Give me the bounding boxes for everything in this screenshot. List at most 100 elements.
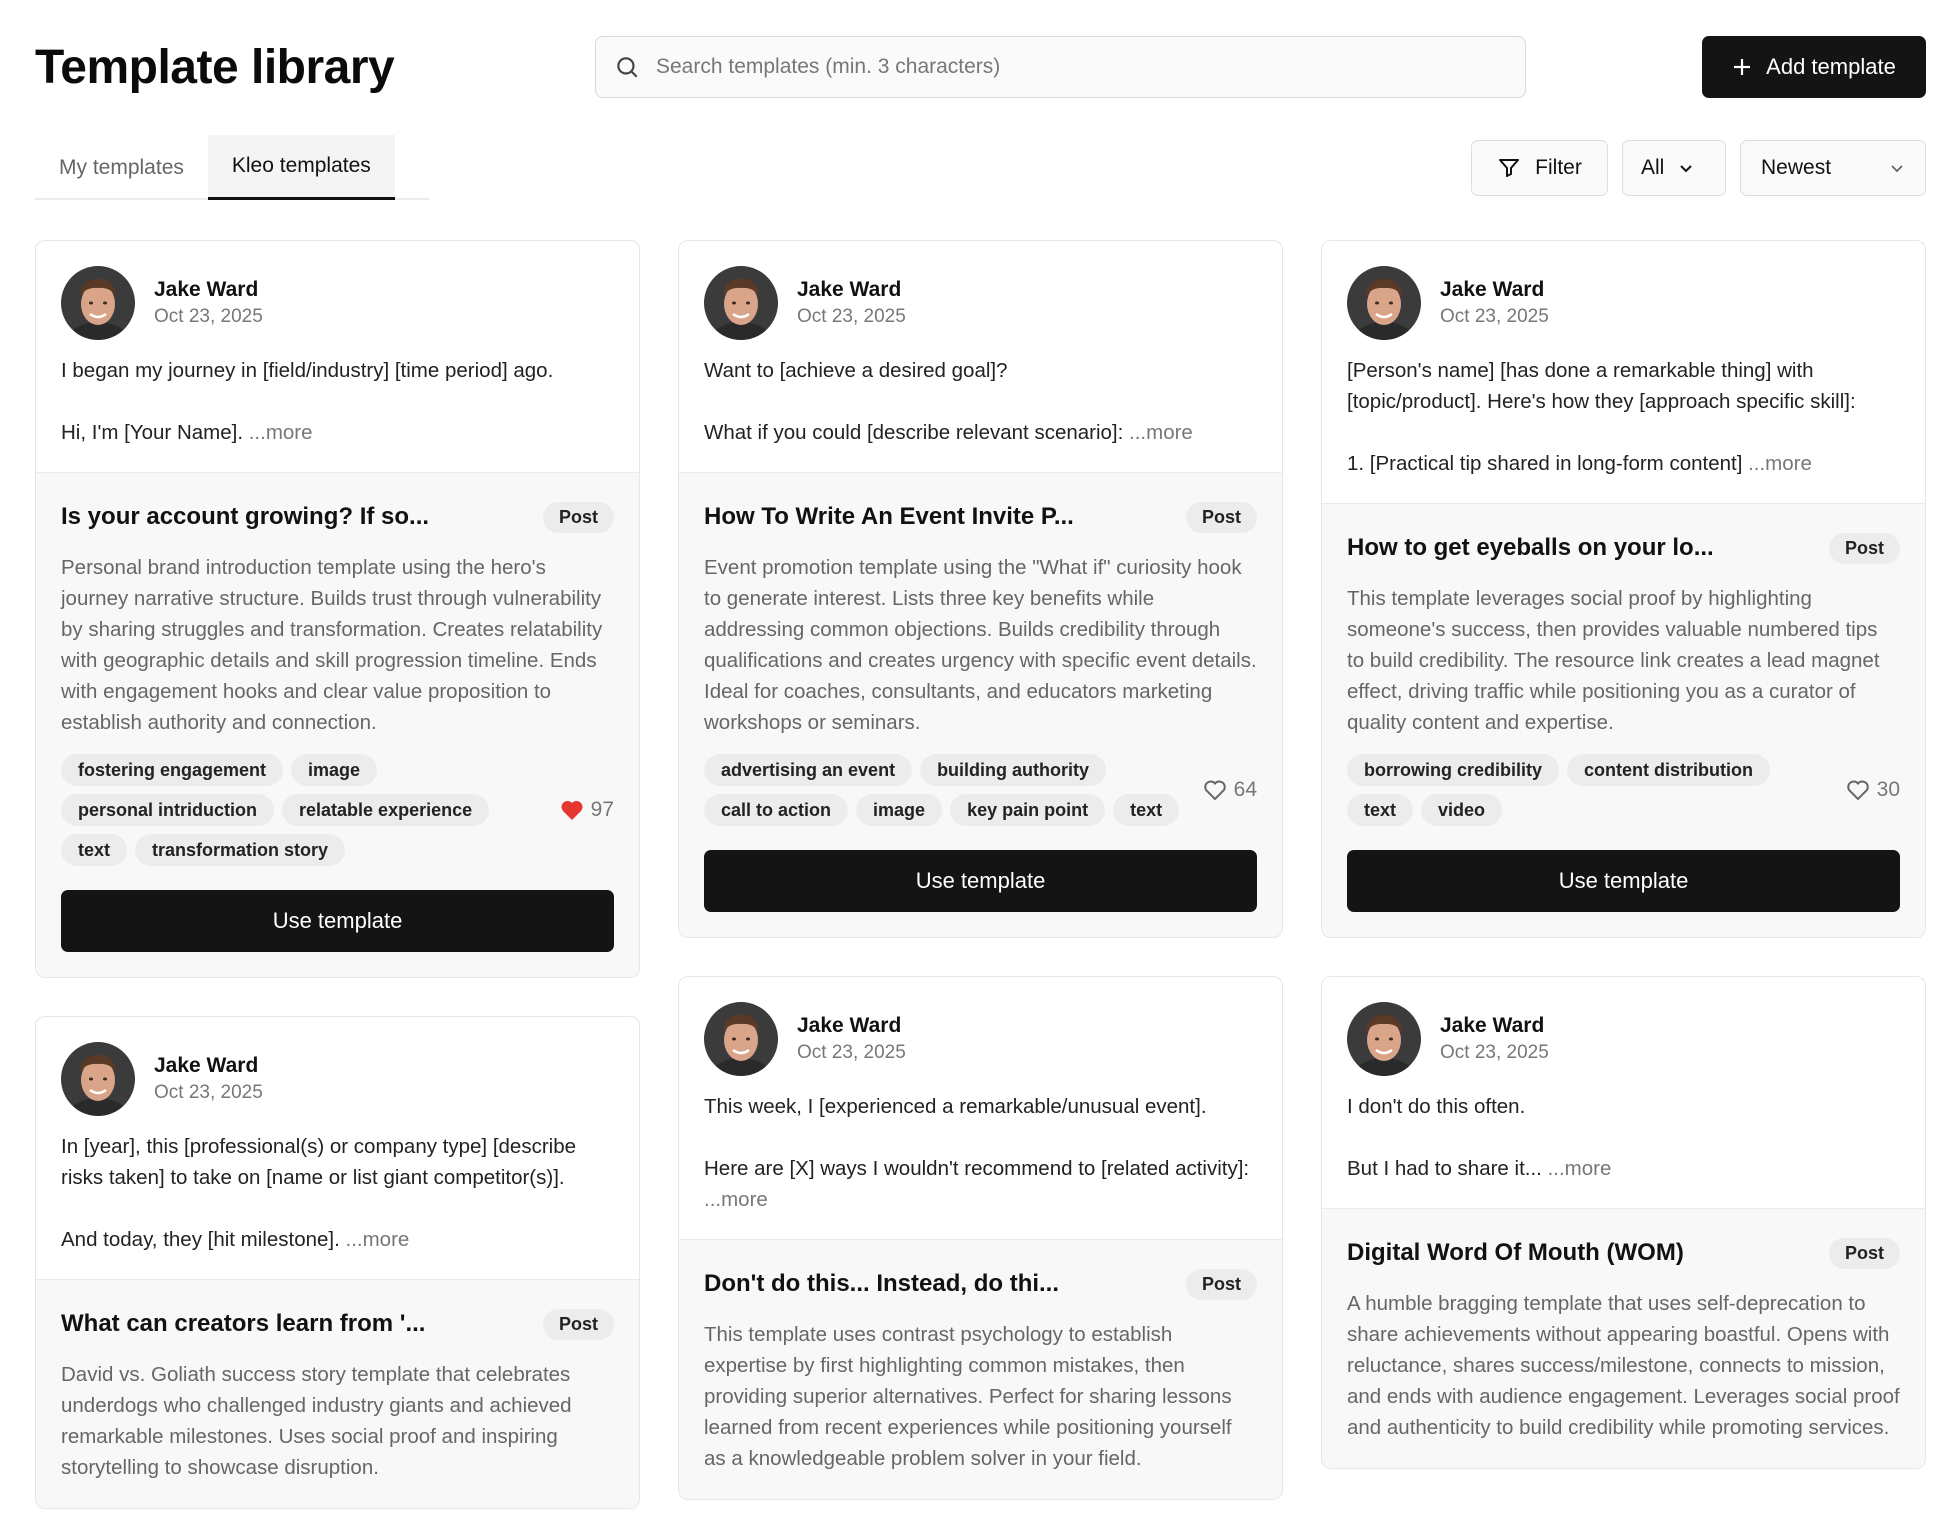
tab-kleo-templates[interactable]: Kleo templates: [207, 135, 395, 200]
card-column-2: Jake Ward Oct 23, 2025 Want to [achieve a …: [678, 240, 1283, 1534]
author-name: Jake Ward: [1440, 1014, 1545, 1037]
type-badge: Post: [542, 1308, 614, 1340]
author-name: Jake Ward: [1440, 278, 1545, 301]
tag-list: borrowing credibility content distributio…: [1347, 754, 1836, 826]
author-name: Jake Ward: [797, 278, 902, 301]
card-post-preview[interactable]: Jake Ward Oct 23, 2025 I began my journey …: [36, 241, 639, 472]
more-link[interactable]: ...more: [704, 1188, 768, 1211]
use-template-button[interactable]: Use template: [704, 850, 1257, 912]
preview-line: I don't do this often.: [1347, 1095, 1526, 1118]
filter-button[interactable]: Filter: [1471, 140, 1608, 196]
use-template-button[interactable]: Use template: [1347, 850, 1900, 912]
tag-chip[interactable]: transformation story: [135, 834, 346, 866]
more-link[interactable]: ...more: [1748, 452, 1812, 475]
avatar: [61, 266, 135, 340]
template-info: Digital Word Of Mouth (WOM) Post A humble …: [1322, 1208, 1925, 1468]
like-count: 30: [1876, 778, 1900, 801]
template-card: Jake Ward Oct 23, 2025 [Person's name] [ha…: [1321, 240, 1926, 938]
tag-chip[interactable]: text: [1113, 794, 1180, 826]
sort-select[interactable]: Newest: [1740, 140, 1926, 196]
type-select-value: All: [1641, 156, 1665, 179]
type-select[interactable]: All: [1622, 140, 1726, 196]
search-input[interactable]: [656, 55, 1456, 79]
template-title: How To Write An Event Invite P...: [704, 503, 1074, 530]
author-row: Jake Ward Oct 23, 2025: [1347, 265, 1900, 341]
template-title: Digital Word Of Mouth (WOM): [1347, 1239, 1684, 1266]
tag-chip[interactable]: advertising an event: [704, 754, 913, 786]
like-count: 97: [590, 798, 614, 821]
tag-chip[interactable]: image: [856, 794, 943, 826]
tag-chip[interactable]: personal intriduction: [61, 794, 275, 826]
author-row: Jake Ward Oct 23, 2025: [1347, 1001, 1900, 1077]
card-post-preview[interactable]: Jake Ward Oct 23, 2025 Want to [achieve a …: [679, 241, 1282, 472]
heart-icon: [1203, 779, 1227, 801]
more-link[interactable]: ...more: [346, 1228, 410, 1251]
template-card: Jake Ward Oct 23, 2025 In [year], this [pr…: [35, 1016, 640, 1509]
template-info: How to get eyeballs on your lo... Post Thi…: [1322, 503, 1925, 937]
post-date: Oct 23, 2025: [1440, 1042, 1549, 1063]
page-header: Template library Add template: [35, 36, 1926, 98]
more-link[interactable]: ...more: [249, 421, 313, 444]
template-info: How To Write An Event Invite P... Post Eve…: [679, 472, 1282, 937]
post-date: Oct 23, 2025: [797, 1042, 906, 1063]
card-post-preview[interactable]: Jake Ward Oct 23, 2025 I don't do this oft…: [1322, 977, 1925, 1208]
add-template-button[interactable]: Add template: [1702, 36, 1926, 98]
template-title: Don't do this... Instead, do thi...: [704, 1270, 1060, 1297]
template-description: This template uses contrast psychology t…: [704, 1323, 1232, 1470]
heart-icon: [560, 799, 584, 821]
preview-line: What if you could [describe relevant sce…: [704, 421, 1193, 444]
like-button[interactable]: 30: [1846, 778, 1900, 802]
card-post-preview[interactable]: Jake Ward Oct 23, 2025 In [year], this [pr…: [36, 1017, 639, 1279]
type-badge: Post: [1828, 532, 1900, 564]
card-post-preview[interactable]: Jake Ward Oct 23, 2025 This week, I [exper…: [679, 977, 1282, 1239]
tag-chip[interactable]: video: [1421, 794, 1503, 826]
template-info: What can creators learn from '... Post Dav…: [36, 1279, 639, 1508]
author-row: Jake Ward Oct 23, 2025: [704, 1001, 1257, 1077]
post-preview-text: I began my journey in [field/industry] […: [61, 355, 614, 448]
heart-icon: [1846, 779, 1870, 801]
tag-chip[interactable]: content distribution: [1567, 754, 1770, 786]
template-title: Is your account growing? If so...: [61, 503, 430, 530]
preview-line: In [year], this [professional(s) or comp…: [61, 1135, 577, 1189]
like-button[interactable]: 97: [560, 798, 614, 822]
template-card: Jake Ward Oct 23, 2025 This week, I [exper…: [678, 976, 1283, 1500]
template-info: Is your account growing? If so... Post Per…: [36, 472, 639, 977]
post-preview-text: This week, I [experienced a remarkable/u…: [704, 1091, 1257, 1215]
preview-line: 1. [Practical tip shared in long-form co…: [1347, 452, 1812, 475]
preview-line: I began my journey in [field/industry] […: [61, 359, 554, 382]
tab-my-templates[interactable]: My templates: [35, 135, 208, 200]
avatar: [704, 1002, 778, 1076]
template-description: Event promotion template using the "What…: [704, 556, 1257, 734]
tag-chip[interactable]: key pain point: [950, 794, 1106, 826]
page-title: Template library: [35, 41, 395, 94]
tag-chip[interactable]: text: [1347, 794, 1414, 826]
more-link[interactable]: ...more: [1548, 1157, 1612, 1180]
search-box[interactable]: [595, 36, 1526, 98]
tag-chip[interactable]: text: [61, 834, 128, 866]
card-post-preview[interactable]: Jake Ward Oct 23, 2025 [Person's name] [ha…: [1322, 241, 1925, 503]
template-description: This template leverages social proof by …: [1347, 587, 1880, 734]
tag-chip[interactable]: building authority: [920, 754, 1107, 786]
tag-chip[interactable]: image: [291, 754, 378, 786]
post-preview-text: [Person's name] [has done a remarkable t…: [1347, 355, 1900, 479]
filter-icon: [1499, 159, 1520, 177]
author-row: Jake Ward Oct 23, 2025: [61, 1041, 614, 1117]
post-preview-text: I don't do this often. But I had to share…: [1347, 1091, 1900, 1184]
post-date: Oct 23, 2025: [1440, 306, 1549, 327]
tag-chip[interactable]: call to action: [704, 794, 849, 826]
post-date: Oct 23, 2025: [154, 1082, 263, 1103]
type-badge: Post: [1185, 501, 1257, 533]
use-template-button[interactable]: Use template: [61, 890, 614, 952]
card-column-1: Jake Ward Oct 23, 2025 I began my journey …: [35, 240, 640, 1534]
post-date: Oct 23, 2025: [797, 306, 906, 327]
chevron-down-icon: [1680, 165, 1693, 173]
tag-chip[interactable]: relatable experience: [282, 794, 490, 826]
more-link[interactable]: ...more: [1129, 421, 1193, 444]
post-preview-text: Want to [achieve a desired goal]? What if…: [704, 355, 1257, 448]
tag-chip[interactable]: fostering engagement: [61, 754, 284, 786]
preview-line: Hi, I'm [Your Name]. ...more: [61, 421, 313, 444]
tag-chip[interactable]: borrowing credibility: [1347, 754, 1560, 786]
like-button[interactable]: 64: [1203, 778, 1257, 802]
template-info: Don't do this... Instead, do thi... Post T…: [679, 1239, 1282, 1499]
author-row: Jake Ward Oct 23, 2025: [61, 265, 614, 341]
